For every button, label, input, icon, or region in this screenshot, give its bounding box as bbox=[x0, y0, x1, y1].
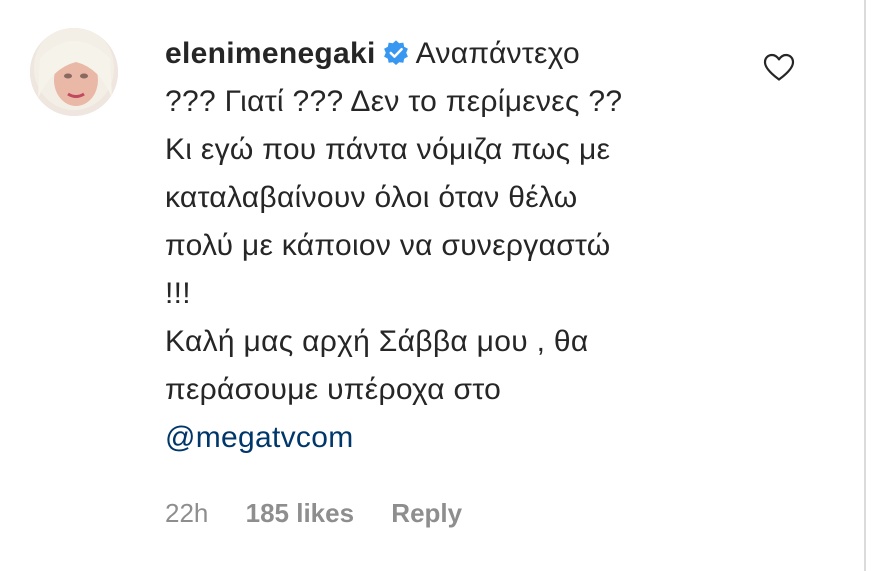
comment-text-line-0: Αναπάντεχο bbox=[415, 37, 580, 70]
comment-meta: 22h 185 likes Reply bbox=[165, 498, 492, 529]
comment-text-line-6: Καλή μας αρχή Σάββα μου , θα bbox=[165, 325, 589, 358]
comment-body: elenimenegaki Αναπάντεχο ??? Γιατί ??? Δ… bbox=[165, 30, 745, 462]
comment-text-line-7: περάσουμε υπέροχα στο bbox=[165, 373, 502, 406]
panel-border bbox=[864, 0, 880, 571]
comment-likes-count[interactable]: 185 likes bbox=[246, 498, 354, 528]
heart-outline-icon[interactable] bbox=[762, 52, 796, 82]
comment-text-line-4: πολύ με κάποιον να συνεργαστώ bbox=[165, 229, 611, 262]
comment-text-line-5: !!! bbox=[165, 277, 191, 310]
mention-link[interactable]: @megatvcom bbox=[165, 414, 745, 462]
verified-badge-icon bbox=[383, 40, 408, 66]
comment-timestamp[interactable]: 22h bbox=[165, 498, 208, 528]
comment-first-line: elenimenegaki Αναπάντεχο bbox=[165, 30, 745, 78]
reply-button[interactable]: Reply bbox=[391, 498, 462, 528]
comment-text-line-2: Κι εγώ που πάντα νόμιζα πως με bbox=[165, 133, 611, 166]
avatar[interactable] bbox=[30, 28, 118, 116]
username-link[interactable]: elenimenegaki bbox=[165, 37, 376, 70]
avatar-image bbox=[30, 28, 118, 116]
comment-text-line-1: ??? Γιατί ??? Δεν το περίμενες ?? bbox=[165, 85, 623, 118]
comment-text-line-3: καταλαβαίνουν όλοι όταν θέλω bbox=[165, 181, 578, 214]
comment-screen: elenimenegaki Αναπάντεχο ??? Γιατί ??? Δ… bbox=[0, 0, 880, 571]
